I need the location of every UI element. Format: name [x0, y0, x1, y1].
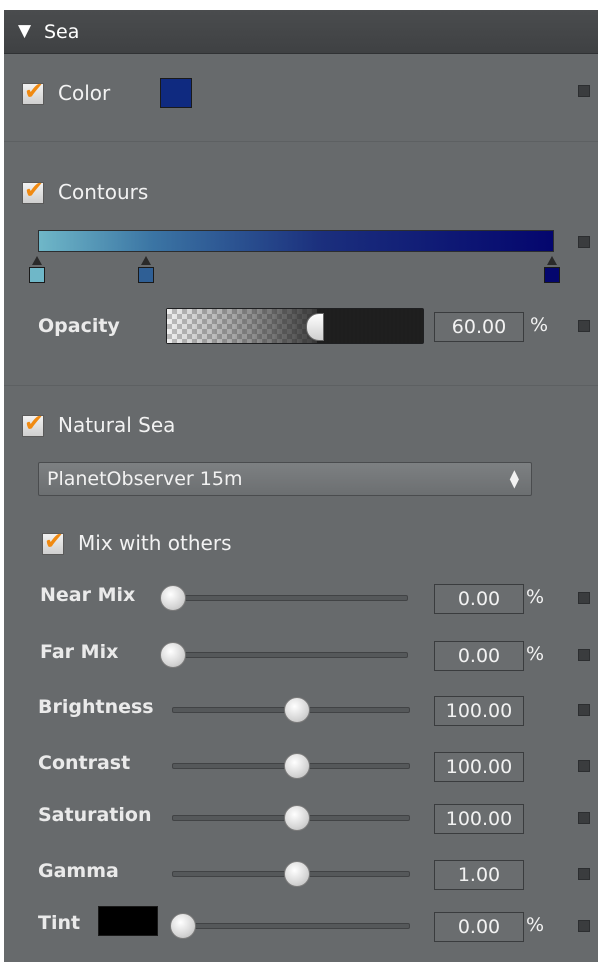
opacity-value-field[interactable]: 60.00 — [434, 312, 524, 342]
checkmark-icon: ✔ — [24, 176, 45, 204]
mix-with-others-checkbox[interactable]: ✔ — [42, 527, 64, 555]
tint-color-swatch[interactable] — [98, 906, 158, 936]
far-mix-slider-track[interactable] — [172, 652, 408, 658]
saturation-value-field[interactable]: 100.00 — [434, 804, 524, 834]
natural-sea-checkbox[interactable]: ✔ — [22, 409, 44, 437]
gamma-slider-handle[interactable] — [284, 861, 310, 887]
gamma-value-field[interactable]: 1.00 — [434, 860, 524, 890]
brightness-option-square[interactable] — [578, 704, 590, 716]
opacity-unit: % — [530, 314, 549, 336]
natural-sea-label: Natural Sea — [58, 413, 176, 437]
checkmark-icon: ✔ — [24, 77, 45, 105]
brightness-value-field[interactable]: 100.00 — [434, 696, 524, 726]
contrast-label: Contrast — [38, 752, 131, 774]
near-mix-slider-track[interactable] — [172, 595, 408, 601]
contours-label: Contours — [58, 180, 149, 204]
gamma-option-square[interactable] — [578, 868, 590, 880]
saturation-option-square[interactable] — [578, 812, 590, 824]
near-mix-slider-handle[interactable] — [160, 585, 186, 611]
brightness-label: Brightness — [38, 696, 154, 718]
far-mix-slider-handle[interactable] — [160, 642, 186, 668]
mix-with-others-label: Mix with others — [78, 531, 232, 555]
brightness-slider-handle[interactable] — [284, 697, 310, 723]
section-title: Sea — [44, 21, 80, 43]
far-mix-unit: % — [526, 643, 545, 665]
sea-panel: ▼ Sea ✔ Color ✔ Contours Opacity 60.00 %… — [4, 10, 598, 962]
contrast-option-square[interactable] — [578, 760, 590, 772]
opacity-label: Opacity — [38, 315, 120, 337]
near-mix-option-square[interactable] — [578, 592, 590, 604]
opacity-option-square[interactable] — [578, 320, 590, 332]
tint-unit: % — [526, 914, 545, 936]
contours-gradient-bar[interactable] — [38, 230, 554, 252]
tint-option-square[interactable] — [578, 920, 590, 932]
contrast-value-field[interactable]: 100.00 — [434, 752, 524, 782]
gradient-stop-3[interactable] — [544, 256, 560, 286]
tint-slider-track[interactable] — [180, 923, 410, 929]
tint-slider-handle[interactable] — [170, 913, 196, 939]
collapse-triangle-icon[interactable]: ▼ — [18, 21, 31, 41]
divider — [4, 141, 598, 142]
color-checkbox[interactable]: ✔ — [22, 77, 44, 105]
contours-checkbox[interactable]: ✔ — [22, 176, 44, 204]
checkmark-icon: ✔ — [24, 409, 45, 437]
updown-arrows-icon: ▲ ▼ — [509, 467, 519, 490]
tint-value-field[interactable]: 0.00 — [434, 912, 524, 942]
tint-label: Tint — [38, 912, 81, 934]
near-mix-value-field[interactable]: 0.00 — [434, 584, 524, 614]
near-mix-unit: % — [526, 586, 545, 608]
color-swatch[interactable] — [160, 78, 192, 108]
color-option-square[interactable] — [578, 85, 590, 97]
far-mix-label: Far Mix — [40, 641, 119, 663]
far-mix-value-field[interactable]: 0.00 — [434, 641, 524, 671]
sea-source-dropdown[interactable]: PlanetObserver 15m ▲ ▼ — [38, 462, 532, 496]
opacity-slider[interactable] — [166, 308, 424, 344]
divider — [4, 385, 598, 386]
section-header-sea[interactable]: ▼ Sea — [4, 10, 598, 54]
gamma-label: Gamma — [38, 860, 119, 882]
opacity-slider-handle[interactable] — [306, 313, 324, 341]
dropdown-value: PlanetObserver 15m — [47, 468, 243, 490]
contrast-slider-handle[interactable] — [284, 753, 310, 779]
near-mix-label: Near Mix — [40, 584, 136, 606]
saturation-slider-handle[interactable] — [284, 805, 310, 831]
saturation-label: Saturation — [38, 804, 152, 826]
checkmark-icon: ✔ — [44, 527, 65, 555]
far-mix-option-square[interactable] — [578, 649, 590, 661]
color-label: Color — [58, 81, 111, 105]
gradient-option-square[interactable] — [578, 236, 590, 248]
gradient-stop-2[interactable] — [138, 256, 154, 286]
gradient-stop-1[interactable] — [29, 256, 45, 286]
